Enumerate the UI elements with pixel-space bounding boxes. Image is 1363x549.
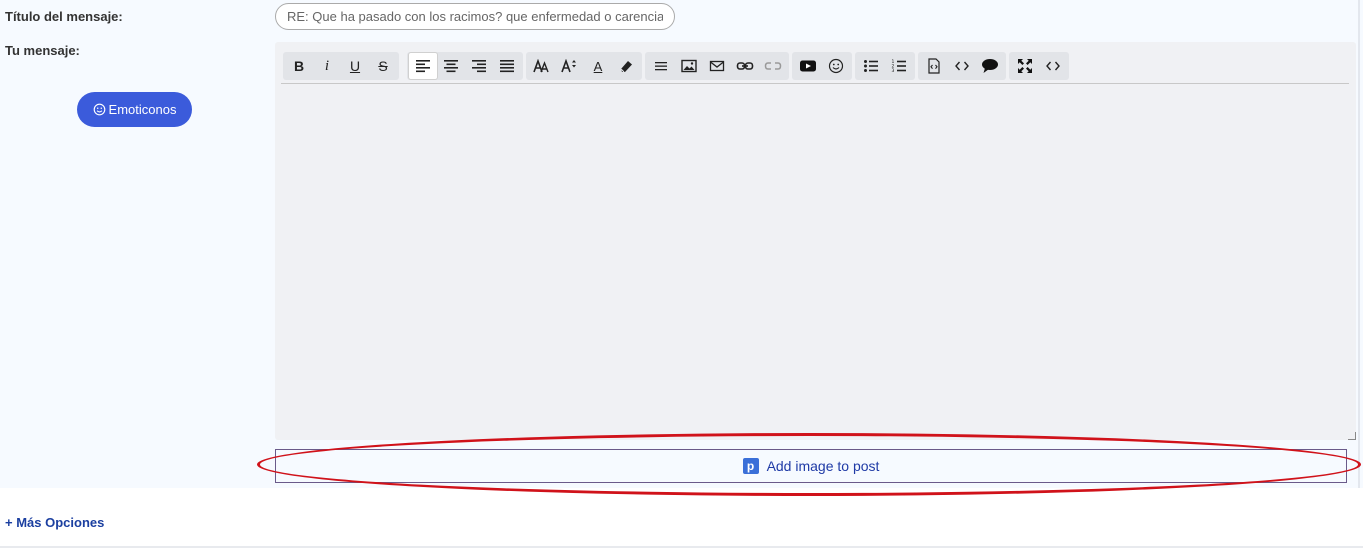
quote-icon[interactable] (976, 53, 1004, 79)
more-options-link[interactable]: + Más Opciones (5, 515, 104, 530)
smile-icon (93, 103, 105, 116)
link-icon[interactable] (731, 53, 759, 79)
toolbar-group-text-style: B i U S (283, 52, 399, 80)
toolbar-group-align (407, 52, 523, 80)
underline-icon[interactable]: U (341, 53, 369, 79)
title-input[interactable] (275, 3, 675, 30)
horizontal-rule-icon[interactable] (647, 53, 675, 79)
font-face-icon[interactable] (528, 53, 556, 79)
title-label: Título del mensaje: (5, 9, 123, 24)
editor-toolbar: B i U S A 1 2 3 (281, 50, 1349, 84)
toolbar-group-media (792, 52, 852, 80)
image-icon[interactable] (675, 53, 703, 79)
postimage-p-icon: p (742, 458, 759, 474)
strikethrough-icon[interactable]: S (369, 53, 397, 79)
emoticon-icon[interactable] (822, 53, 850, 79)
font-color-icon[interactable]: A (584, 53, 612, 79)
add-image-label: Add image to post (766, 458, 880, 474)
toolbar-group-view (1009, 52, 1069, 80)
emoticons-button-label: Emoticonos (108, 102, 177, 117)
italic-icon[interactable]: i (313, 53, 341, 79)
svg-text:3: 3 (892, 68, 895, 73)
align-justify-icon[interactable] (493, 53, 521, 79)
message-text-area[interactable] (275, 86, 1356, 440)
bottom-divider (0, 546, 1363, 548)
add-image-button[interactable]: p Add image to post (275, 449, 1347, 483)
right-edge-divider (1358, 0, 1360, 488)
align-right-icon[interactable] (465, 53, 493, 79)
code-icon[interactable] (920, 53, 948, 79)
font-size-icon[interactable] (556, 53, 584, 79)
toolbar-group-insert (645, 52, 789, 80)
toolbar-group-lists: 123 (855, 52, 915, 80)
resize-grip[interactable] (1348, 432, 1356, 440)
message-label: Tu mensaje: (5, 43, 80, 58)
toolbar-group-code (918, 52, 1006, 80)
youtube-icon[interactable] (794, 53, 822, 79)
bold-icon[interactable]: B (285, 53, 313, 79)
numbered-list-icon[interactable]: 123 (885, 53, 913, 79)
maximize-icon[interactable] (1011, 53, 1039, 79)
email-icon[interactable] (703, 53, 731, 79)
unlink-icon[interactable] (759, 53, 787, 79)
toolbar-group-font: A (526, 52, 642, 80)
inline-code-icon[interactable] (948, 53, 976, 79)
emoticons-button[interactable]: Emoticonos (77, 92, 192, 127)
reply-form-panel: Título del mensaje: Tu mensaje: Emoticon… (0, 0, 1363, 488)
source-icon[interactable] (1039, 53, 1067, 79)
message-editor: B i U S A 1 2 3 (275, 42, 1356, 440)
align-left-icon[interactable] (409, 53, 437, 79)
align-center-icon[interactable] (437, 53, 465, 79)
eraser-icon[interactable] (612, 53, 640, 79)
bullet-list-icon[interactable] (857, 53, 885, 79)
